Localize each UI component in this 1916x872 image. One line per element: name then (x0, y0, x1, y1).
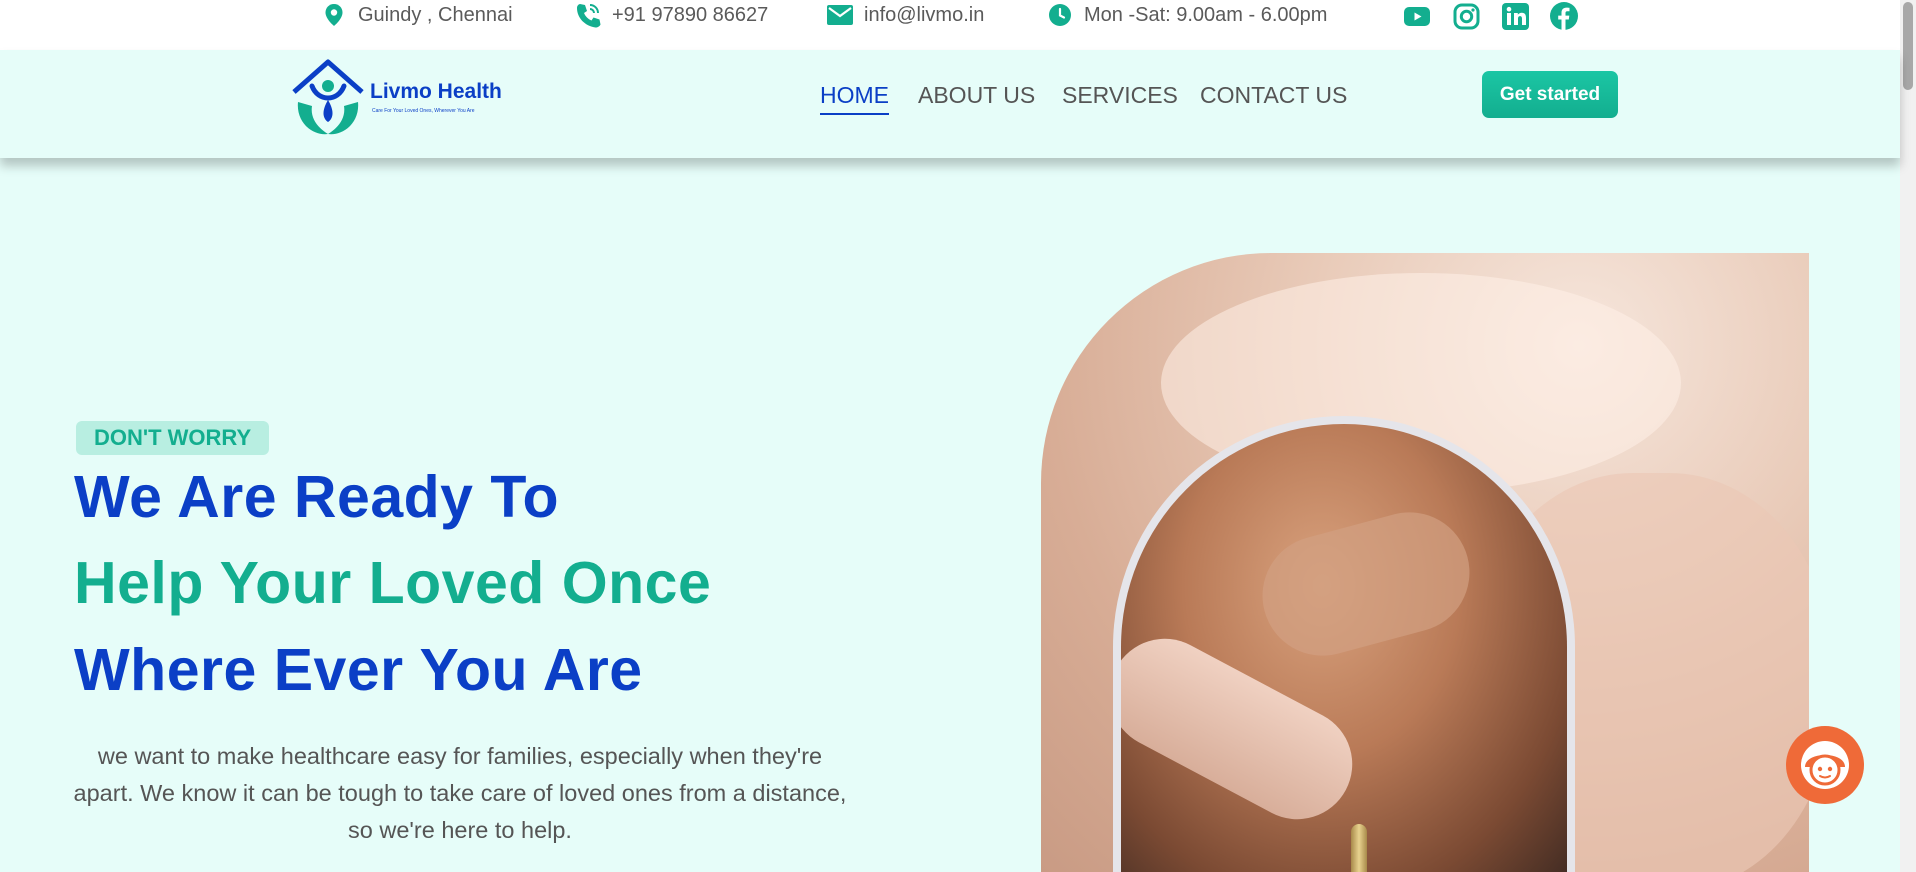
hero-headline-line-2: Help Your Loved Once (74, 550, 712, 616)
hours-info: Mon -Sat: 9.00am - 6.00pm (1046, 0, 1327, 30)
get-started-button[interactable]: Get started (1482, 71, 1618, 118)
top-info-bar: Guindy , Chennai +91 97890 86627 info@li… (0, 0, 1900, 50)
nav-services[interactable]: SERVICES (1062, 82, 1178, 109)
chat-support-button[interactable] (1786, 726, 1864, 804)
nav-home[interactable]: HOME (820, 82, 889, 115)
main-header: Livmo Health Care For Your Loved Ones, W… (0, 50, 1900, 158)
phone-info[interactable]: +91 97890 86627 (574, 0, 768, 30)
logo-house-icon (292, 59, 364, 135)
scrollbar-thumb[interactable] (1903, 2, 1913, 90)
logo-name: Livmo Health (370, 80, 502, 103)
logo-tagline: Care For Your Loved Ones, Wherever You A… (372, 108, 475, 114)
facebook-icon[interactable] (1549, 1, 1579, 31)
hero-inset-image-hands (1113, 416, 1575, 872)
location-text: Guindy , Chennai (358, 3, 513, 26)
location-info: Guindy , Chennai (320, 0, 513, 30)
hero-headline-line-3: Where Ever You Are (74, 637, 643, 703)
mail-icon (826, 1, 854, 29)
hero-image-hands (1041, 253, 1809, 872)
instagram-icon[interactable] (1451, 1, 1481, 31)
phone-text: +91 97890 86627 (612, 3, 769, 26)
hours-text: Mon -Sat: 9.00am - 6.00pm (1084, 3, 1328, 26)
support-agent-icon (1801, 741, 1849, 789)
nav-about-us[interactable]: ABOUT US (918, 82, 1035, 109)
hero-headline-line-1: We Are Ready To (74, 464, 560, 530)
site-logo[interactable]: Livmo Health Care For Your Loved Ones, W… (288, 56, 508, 140)
hero-badge: DON'T WORRY (76, 421, 270, 455)
phone-icon (574, 1, 602, 29)
youtube-icon[interactable] (1402, 1, 1432, 31)
ring-detail (1351, 824, 1367, 872)
page-scrollbar[interactable] (1900, 0, 1916, 872)
hero-description: we want to make healthcare easy for fami… (73, 743, 847, 843)
location-pin-icon (320, 1, 348, 29)
nav-contact-us[interactable]: CONTACT US (1200, 82, 1347, 109)
linkedin-icon[interactable] (1500, 1, 1530, 31)
email-text: info@livmo.in (864, 3, 985, 26)
email-info[interactable]: info@livmo.in (826, 0, 984, 30)
clock-icon (1046, 1, 1074, 29)
